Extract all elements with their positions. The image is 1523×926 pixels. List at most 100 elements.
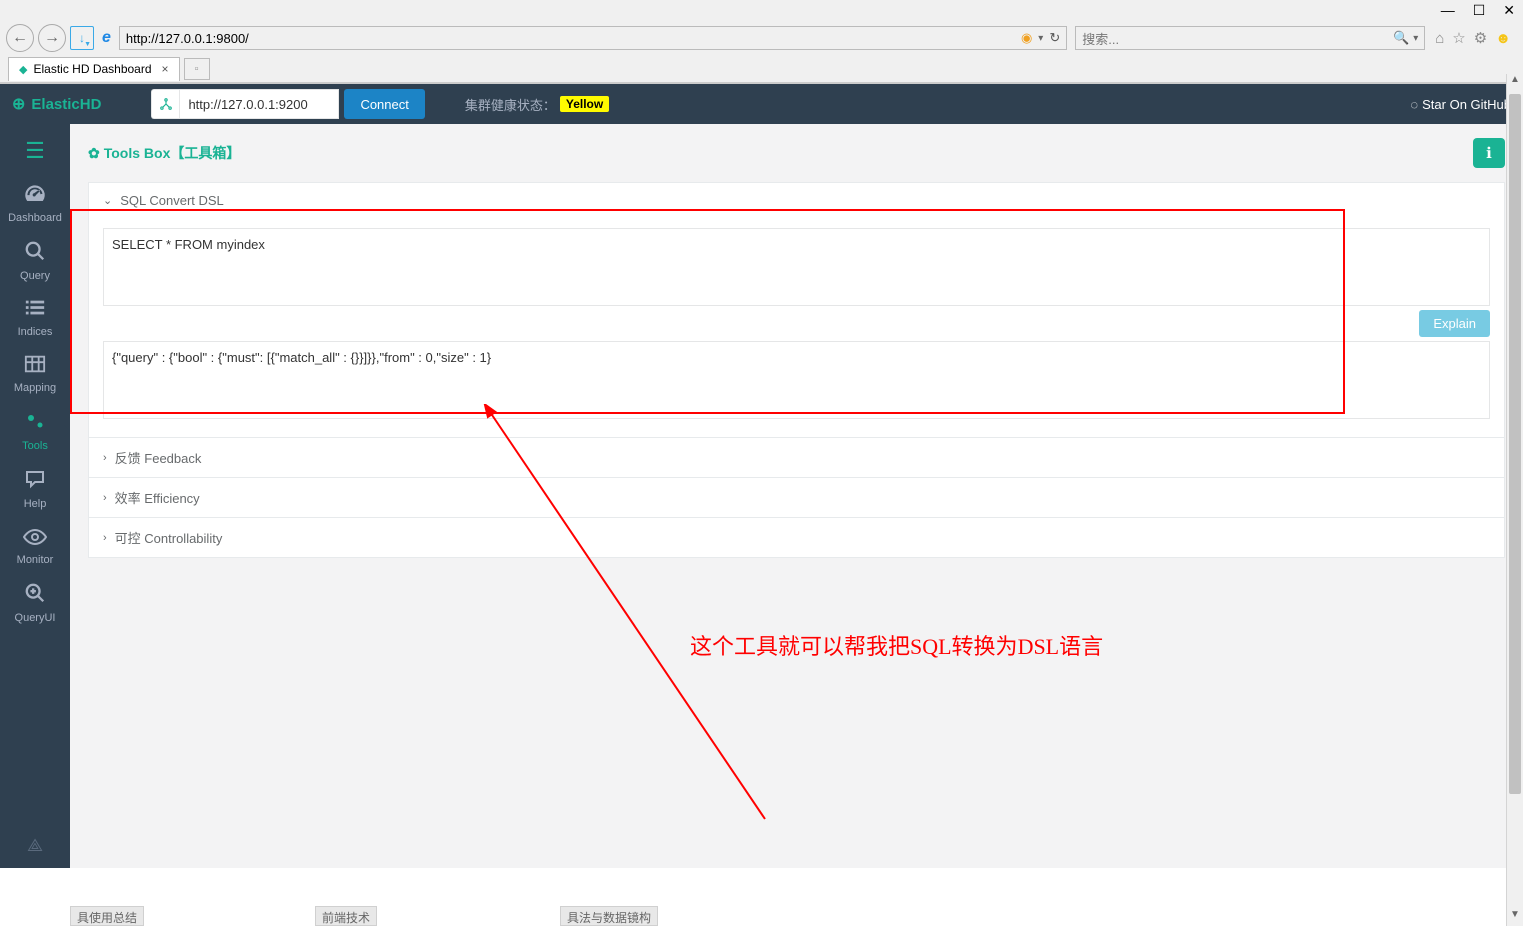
sidebar-item-label: Indices: [18, 326, 53, 338]
search-input[interactable]: 搜索... 🔍 ▾: [1075, 26, 1425, 50]
sidebar-item-indices[interactable]: Indices: [0, 290, 70, 346]
search-dropdown-icon[interactable]: ▾: [1413, 33, 1418, 44]
refresh-icon[interactable]: ↻: [1049, 30, 1060, 46]
url-text: http://127.0.0.1:9800/: [126, 31, 249, 46]
dsl-output[interactable]: [103, 341, 1490, 419]
sidebar-item-label: Query: [20, 270, 50, 282]
dashboard-icon: [0, 182, 70, 210]
chevron-right-icon: ›: [103, 492, 107, 504]
page-scrollbar[interactable]: ▲ ▼: [1506, 74, 1523, 926]
page-title-text: Tools Box【工具箱】: [104, 143, 241, 163]
search-placeholder: 搜索...: [1082, 29, 1119, 48]
connection-url-input[interactable]: [179, 89, 339, 119]
compat-icon[interactable]: ◉: [1021, 30, 1032, 46]
sidebar-item-dashboard[interactable]: Dashboard: [0, 174, 70, 232]
sql-section-body: Explain: [89, 218, 1504, 437]
scroll-down-icon[interactable]: ▼: [1507, 909, 1523, 926]
cluster-status: 集群健康状态： Yellow: [465, 95, 609, 114]
sql-input[interactable]: [103, 228, 1490, 306]
efficiency-section-header[interactable]: › 效率 Efficiency: [89, 477, 1504, 517]
scroll-up-icon[interactable]: ▲: [1507, 74, 1523, 91]
bg-fragment: 具法与数据镜构: [560, 906, 658, 926]
url-dropdown-icon[interactable]: ▾: [1038, 33, 1043, 44]
annotation-text: 这个工具就可以帮我把SQL转换为DSL语言: [690, 629, 1103, 661]
chevron-down-icon: ⌄: [103, 194, 112, 207]
browser-tab[interactable]: ◆ Elastic HD Dashboard ×: [8, 57, 180, 81]
section-title: 反馈 Feedback: [115, 448, 202, 467]
emoji-icon[interactable]: ☻: [1495, 30, 1511, 47]
connect-button[interactable]: Connect: [344, 89, 424, 119]
cogs-icon: [0, 410, 70, 438]
help-icon: [0, 468, 70, 496]
content-area: ✿ Tools Box【工具箱】 ℹ ⌄ SQL Convert DSL Exp…: [70, 124, 1523, 868]
search-icon: [0, 240, 70, 268]
sidebar-item-mapping[interactable]: Mapping: [0, 346, 70, 402]
favorites-icon[interactable]: ☆: [1452, 29, 1465, 47]
sidebar-item-query[interactable]: Query: [0, 232, 70, 290]
github-icon: ◌: [1410, 97, 1418, 112]
explain-button[interactable]: Explain: [1419, 310, 1490, 337]
back-button[interactable]: ←: [6, 24, 34, 52]
controllability-section-header[interactable]: › 可控 Controllability: [89, 517, 1504, 557]
sidebar-item-label: Help: [24, 498, 47, 510]
settings-gear-icon[interactable]: ⚙: [1474, 29, 1487, 47]
home-icon[interactable]: ⌂: [1435, 30, 1444, 47]
bg-fragment: 前端技术: [315, 906, 377, 926]
browser-chrome: — ☐ ✕ ← → ↓ e http://127.0.0.1:9800/ ◉ ▾…: [0, 0, 1523, 84]
sidebar-item-label: Mapping: [14, 382, 56, 394]
cluster-status-label: 集群健康状态：: [465, 95, 556, 114]
tab-title: Elastic HD Dashboard: [33, 62, 151, 76]
tab-favicon-icon: ◆: [19, 63, 27, 76]
new-tab-button[interactable]: ▫: [184, 58, 210, 80]
refresh-button[interactable]: ↓: [70, 26, 94, 50]
address-bar-row: ← → ↓ e http://127.0.0.1:9800/ ◉ ▾ ↻ 搜索.…: [0, 21, 1523, 55]
info-button[interactable]: ℹ: [1473, 138, 1505, 168]
page-title: ✿ Tools Box【工具箱】: [88, 143, 240, 163]
gear-icon: ✿: [88, 145, 100, 162]
sidebar-item-label: Dashboard: [8, 212, 62, 224]
connection-group: Connect: [151, 89, 424, 119]
sidebar-item-queryui[interactable]: QueryUI: [0, 574, 70, 632]
eye-icon: [0, 526, 70, 552]
minimize-button[interactable]: —: [1441, 2, 1455, 19]
page-header: ✿ Tools Box【工具箱】 ℹ: [88, 124, 1505, 182]
main-layout: ☰ Dashboard Query Indices Mapping Tools …: [0, 124, 1523, 868]
ie-logo-icon: e: [102, 29, 111, 47]
list-icon: [0, 298, 70, 324]
url-input[interactable]: http://127.0.0.1:9800/ ◉ ▾ ↻: [119, 26, 1067, 50]
tab-close-icon[interactable]: ×: [162, 62, 169, 76]
sidebar: ☰ Dashboard Query Indices Mapping Tools …: [0, 124, 70, 868]
browser-tool-icons: ⌂ ☆ ⚙ ☻: [1429, 29, 1517, 47]
table-icon: [0, 354, 70, 380]
info-icon: ℹ: [1486, 144, 1492, 162]
search-plus-icon: [0, 582, 70, 610]
sidebar-item-monitor[interactable]: Monitor: [0, 518, 70, 574]
sidebar-item-tools[interactable]: Tools: [0, 402, 70, 460]
chevron-right-icon: ›: [103, 452, 107, 464]
sidebar-footer-icon: ⟁: [27, 835, 43, 856]
tools-panel: ⌄ SQL Convert DSL Explain › 反馈 Feedback …: [88, 182, 1505, 558]
brand-text: ElasticHD: [31, 96, 101, 113]
brand: ⊕ ElasticHD: [12, 94, 101, 114]
brand-icon: ⊕: [12, 94, 25, 114]
section-title: 效率 Efficiency: [115, 488, 200, 507]
bg-fragment: 具使用总结: [70, 906, 144, 926]
sidebar-item-help[interactable]: Help: [0, 460, 70, 518]
star-github-link[interactable]: ◌ Star On GitHub: [1410, 97, 1511, 112]
github-label: Star On GitHub: [1422, 97, 1511, 112]
sidebar-toggle-icon[interactable]: ☰: [25, 138, 45, 164]
section-title: 可控 Controllability: [115, 528, 223, 547]
sql-section-title: SQL Convert DSL: [120, 193, 224, 208]
sidebar-item-label: Monitor: [17, 554, 54, 566]
feedback-section-header[interactable]: › 反馈 Feedback: [89, 437, 1504, 477]
chevron-right-icon: ›: [103, 532, 107, 544]
scrollbar-thumb[interactable]: [1509, 94, 1521, 794]
sidebar-item-label: Tools: [22, 440, 48, 452]
search-icon[interactable]: 🔍: [1393, 30, 1409, 46]
maximize-button[interactable]: ☐: [1473, 2, 1486, 19]
sql-section-header[interactable]: ⌄ SQL Convert DSL: [89, 183, 1504, 218]
window-controls: — ☐ ✕: [0, 0, 1523, 21]
close-window-button[interactable]: ✕: [1503, 2, 1515, 19]
forward-button[interactable]: →: [38, 24, 66, 52]
app-topbar: ⊕ ElasticHD Connect 集群健康状态： Yellow ◌ Sta…: [0, 84, 1523, 124]
